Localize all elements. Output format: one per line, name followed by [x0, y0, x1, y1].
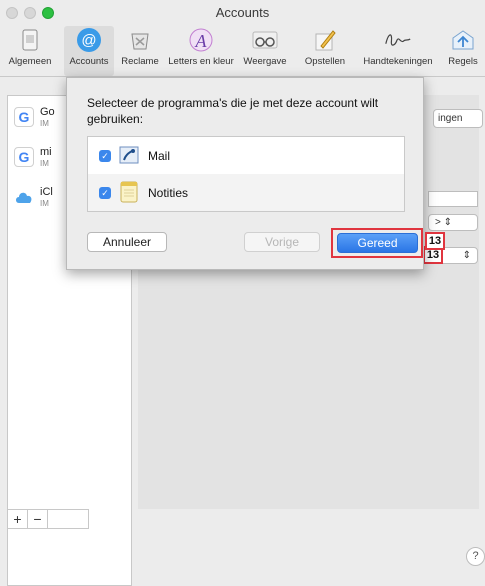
list-controls: + −: [7, 509, 89, 529]
detail-field[interactable]: [428, 191, 478, 207]
signature-icon: [383, 26, 413, 54]
junk-mail-icon: [125, 26, 155, 54]
tab-opstellen[interactable]: Opstellen: [296, 26, 354, 76]
apps-list: ✓ Mail ✓ Notities: [87, 136, 405, 212]
close-button[interactable]: [6, 7, 18, 19]
account-name: iCl: [40, 186, 53, 198]
mail-stamp-icon: [118, 144, 140, 166]
tab-label: Weergave: [243, 56, 287, 67]
stepper-icon: ⇕: [462, 250, 471, 261]
tab-reclame[interactable]: Reclame: [114, 26, 166, 76]
rules-icon: [448, 26, 478, 54]
tab-label: Reclame: [121, 56, 159, 67]
at-icon: @: [74, 26, 104, 54]
tab-label: Letters en kleur: [168, 56, 234, 67]
tab-regels[interactable]: Regels: [443, 26, 483, 76]
account-type: IM: [40, 199, 49, 208]
icloud-icon: [14, 187, 34, 207]
app-name: Mail: [148, 149, 171, 163]
settings-button[interactable]: ingen: [433, 109, 483, 128]
minimize-button[interactable]: [24, 7, 36, 19]
account-name: Go: [40, 106, 55, 118]
select-apps-sheet: Selecteer de programma's die je met deze…: [66, 77, 445, 270]
preferences-toolbar: Algemeen @ Accounts Reclame A Letters en…: [0, 26, 485, 77]
remove-account-button[interactable]: −: [28, 510, 48, 528]
tab-algemeen[interactable]: Algemeen: [0, 26, 60, 76]
tab-label: Handtekeningen: [363, 56, 433, 67]
stepper-icon: ⇕: [443, 217, 453, 228]
svg-text:A: A: [195, 31, 208, 51]
notes-icon: [118, 181, 140, 203]
tab-label: Algemeen: [8, 56, 52, 67]
popup-value: >: [435, 217, 441, 228]
google-icon: G: [14, 107, 34, 127]
detail-popup[interactable]: > ⇕: [428, 214, 478, 231]
sheet-prompt: Selecteer de programma's die je met deze…: [87, 96, 379, 126]
list-item[interactable]: ✓ Notities: [88, 174, 404, 211]
fonts-colors-icon: A: [186, 26, 216, 54]
account-type: IM: [40, 159, 49, 168]
composing-pencil-icon: [310, 26, 340, 54]
tab-label: Opstellen: [304, 56, 346, 67]
tab-weergave[interactable]: Weergave: [236, 26, 294, 76]
add-account-button[interactable]: +: [8, 510, 28, 528]
tab-handtekeningen[interactable]: Handtekeningen: [355, 26, 441, 76]
tab-label: Regels: [448, 56, 478, 67]
tab-accounts[interactable]: @ Accounts: [64, 26, 114, 76]
cancel-button[interactable]: Annuleer: [87, 232, 167, 252]
notes-checkbox[interactable]: ✓: [99, 187, 111, 199]
done-button[interactable]: Gereed: [337, 233, 418, 253]
previous-button[interactable]: Vorige: [244, 232, 320, 252]
list-item[interactable]: ✓ Mail: [88, 137, 404, 174]
tab-label: Accounts: [69, 56, 109, 67]
zoom-button[interactable]: [42, 7, 54, 19]
help-button[interactable]: ?: [466, 547, 485, 566]
annotation-badge: 13: [425, 232, 445, 250]
account-name: mi: [40, 146, 52, 158]
account-type: IM: [40, 119, 49, 128]
viewing-glasses-icon: [250, 26, 280, 54]
title-bar: Accounts: [0, 0, 485, 26]
general-icon: [15, 26, 45, 54]
svg-text:@: @: [81, 32, 96, 49]
app-name: Notities: [148, 186, 189, 200]
window-title: Accounts: [215, 5, 270, 20]
tab-letters-en-kleur[interactable]: A Letters en kleur: [166, 26, 236, 76]
mail-checkbox[interactable]: ✓: [99, 150, 111, 162]
google-icon: G: [14, 147, 34, 167]
